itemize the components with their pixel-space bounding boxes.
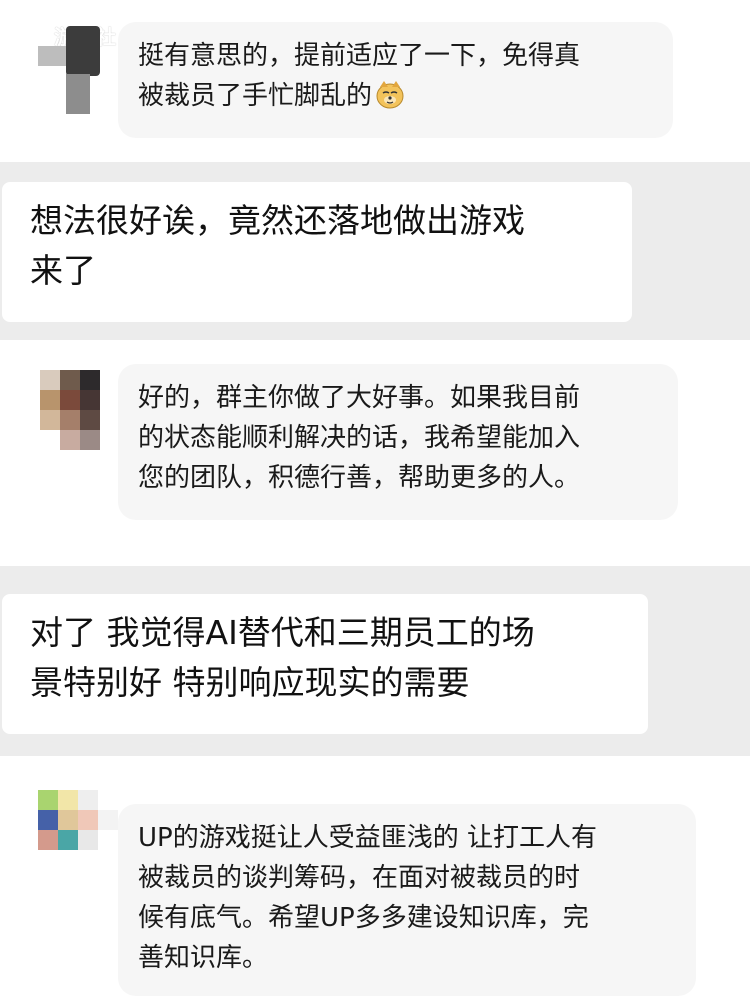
message-5-line-1: UP的游戏挺让人受益匪浅的 让打工人有 (138, 823, 597, 853)
message-3-line-3: 您的团队，积德行善，帮助更多的人。 (138, 463, 581, 493)
avatar-blurred-1 (38, 26, 100, 114)
message-2-line-2: 来了 (30, 251, 96, 290)
message-4-line-2: 景特别好 特别响应现实的需要 (30, 663, 470, 702)
message-5-line-2: 被裁员的谈判筹码，在面对被裁员的时 (138, 863, 581, 893)
message-5-line-3: 候有底气。希望UP多多建设知识库，完 (138, 903, 589, 933)
message-4-line-1: 对了 我觉得AI替代和三期员工的场 (30, 613, 535, 652)
message-card-4: 对了 我觉得AI替代和三期员工的场 景特别好 特别响应现实的需要 (2, 594, 648, 734)
message-bubble-3: 好的，群主你做了大好事。如果我目前 的状态能顺利解决的话，我希望能加入 您的团队… (118, 364, 678, 520)
message-5-line-4: 善知识库。 (138, 943, 269, 973)
message-card-2: 想法很好诶，竟然还落地做出游戏 来了 (2, 182, 632, 322)
sly-dog-emoji-icon (376, 81, 404, 109)
message-bubble-1: 挺有意思的，提前适应了一下，免得真 被裁员了手忙脚乱的 (118, 22, 673, 138)
avatar-blurred-3 (40, 370, 100, 450)
message-3-line-1: 好的，群主你做了大好事。如果我目前 (138, 383, 581, 413)
message-2-line-1: 想法很好诶，竟然还落地做出游戏 (30, 201, 525, 240)
message-1-line-2: 被裁员了手忙脚乱的 (138, 76, 653, 116)
message-3-line-2: 的状态能顺利解决的话，我希望能加入 (138, 423, 581, 453)
message-1-line-1: 挺有意思的，提前适应了一下，免得真 (138, 41, 581, 71)
avatar-blurred-5 (38, 790, 118, 852)
message-bubble-5: UP的游戏挺让人受益匪浅的 让打工人有 被裁员的谈判筹码，在面对被裁员的时 候有… (118, 804, 696, 996)
